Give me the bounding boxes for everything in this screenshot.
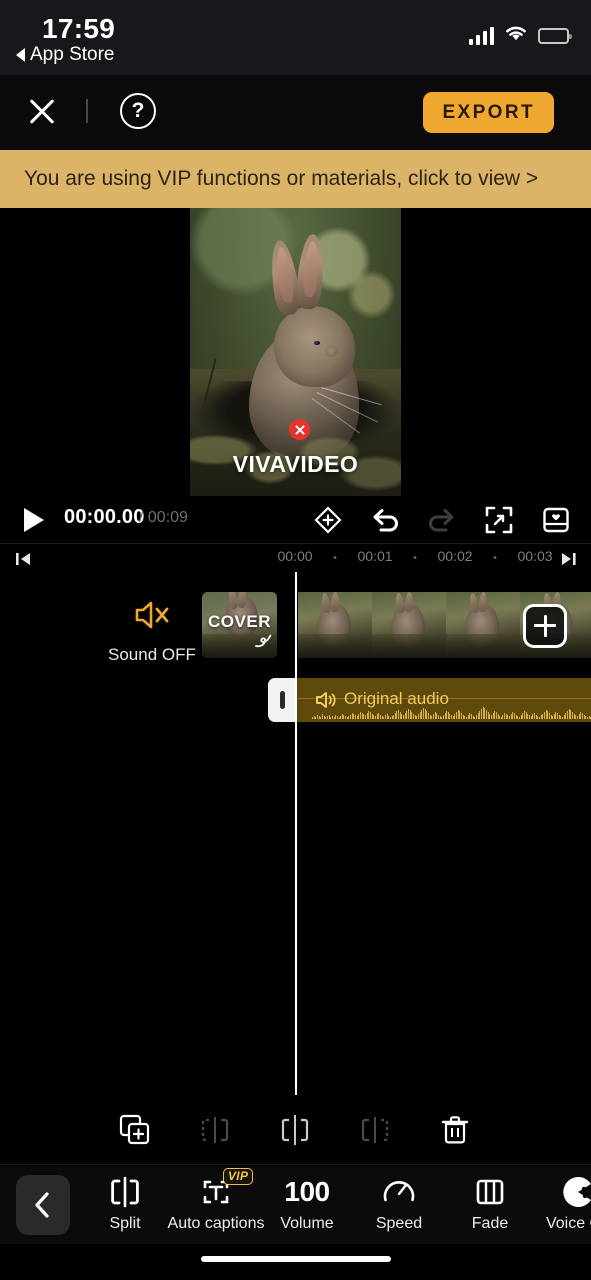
volume-value: 100 bbox=[284, 1176, 330, 1207]
ruler-tick-dot bbox=[413, 556, 417, 559]
tool-label: Voice Ch bbox=[545, 1215, 591, 1232]
save-draft-icon[interactable] bbox=[538, 502, 573, 537]
duplicate-clip-icon[interactable] bbox=[114, 1109, 156, 1151]
ruler-tick-label: 00:00 bbox=[277, 548, 313, 564]
status-bar: 17:59 App Store bbox=[0, 0, 591, 75]
ruler-tick-label: 00:03 bbox=[517, 548, 553, 564]
tool-label: Speed bbox=[375, 1215, 423, 1232]
volume-number-icon: 100 bbox=[284, 1172, 330, 1212]
play-icon[interactable] bbox=[24, 508, 44, 532]
close-icon[interactable] bbox=[26, 95, 58, 127]
vip-banner-text: You are using VIP functions or materials… bbox=[24, 167, 539, 190]
pencil-icon[interactable] bbox=[253, 632, 273, 655]
speed-gauge-icon bbox=[381, 1172, 417, 1212]
cover-label: COVER bbox=[208, 612, 271, 631]
tool-auto-captions[interactable]: VIP Auto captions bbox=[166, 1168, 266, 1233]
undo-icon[interactable] bbox=[367, 502, 402, 537]
audio-trim-handle[interactable] bbox=[268, 678, 296, 722]
playhead[interactable] bbox=[295, 572, 297, 1095]
tool-voice-changer[interactable]: Voice Ch bbox=[528, 1172, 591, 1233]
trim-left-icon[interactable] bbox=[194, 1109, 236, 1151]
sound-off-label: Sound OFF bbox=[108, 645, 196, 664]
toolbar-divider bbox=[86, 99, 88, 123]
tool-bar: Split VIP Auto captions 100 Volume Speed bbox=[0, 1166, 591, 1244]
back-to-app-store-link[interactable]: App Store bbox=[16, 44, 115, 66]
video-preview[interactable]: VIVAVIDEO bbox=[190, 208, 401, 496]
ruler-tick-dot bbox=[333, 556, 337, 559]
audio-waveform bbox=[312, 704, 591, 719]
current-time-label: 00:00.00 bbox=[64, 506, 145, 528]
remove-watermark-icon[interactable] bbox=[289, 419, 310, 440]
rabbit-head bbox=[274, 305, 355, 387]
help-circle-icon[interactable]: ? bbox=[120, 93, 156, 129]
original-audio-track[interactable]: Original audio bbox=[296, 678, 591, 722]
redo-icon[interactable] bbox=[424, 502, 459, 537]
ruler-tick-label: 00:02 bbox=[437, 548, 473, 564]
home-indicator bbox=[200, 1256, 391, 1262]
fade-icon bbox=[472, 1172, 508, 1212]
tool-fade[interactable]: Fade bbox=[440, 1172, 540, 1233]
timeline-ruler: 00:00 00:01 00:02 00:03 bbox=[0, 544, 591, 572]
export-button[interactable]: EXPORT bbox=[423, 92, 554, 133]
vip-banner[interactable]: You are using VIP functions or materials… bbox=[0, 150, 591, 208]
delete-clip-icon[interactable] bbox=[434, 1109, 476, 1151]
sound-off-toggle[interactable]: Sound OFF bbox=[108, 598, 196, 665]
chevron-left-icon[interactable] bbox=[16, 1175, 70, 1235]
trim-right-icon[interactable] bbox=[354, 1109, 396, 1151]
jump-to-end-icon[interactable] bbox=[557, 550, 579, 568]
ruler-tick-label: 00:01 bbox=[357, 548, 393, 564]
fullscreen-icon[interactable] bbox=[481, 502, 516, 537]
clip-frame bbox=[446, 592, 520, 658]
wifi-icon bbox=[504, 24, 528, 47]
clip-frame bbox=[298, 592, 372, 658]
back-label: App Store bbox=[30, 44, 115, 65]
clip-action-bar bbox=[0, 1095, 591, 1165]
video-preview-area: VIVAVIDEO bbox=[0, 208, 591, 496]
tool-speed[interactable]: Speed bbox=[349, 1172, 449, 1233]
rabbit-eye bbox=[313, 340, 321, 346]
tool-label: Fade bbox=[471, 1215, 509, 1232]
watermark-label: VIVAVIDEO bbox=[232, 451, 359, 477]
editor-top-bar: ? EXPORT bbox=[0, 75, 591, 150]
timeline-tracks: Sound OFF COVER Original audio bbox=[0, 572, 591, 1095]
tool-label: Split bbox=[109, 1215, 141, 1232]
player-icon-group bbox=[310, 502, 573, 537]
split-clip-icon[interactable] bbox=[274, 1109, 316, 1151]
status-time: 17:59 bbox=[42, 13, 116, 44]
split-icon bbox=[106, 1172, 144, 1212]
tool-label: Auto captions bbox=[167, 1215, 265, 1232]
player-control-bar: 00:00.00 / 00:09 bbox=[0, 496, 591, 544]
signal-bars-icon bbox=[469, 26, 494, 45]
status-icons bbox=[469, 24, 572, 47]
speaker-muted-icon bbox=[131, 598, 173, 637]
ruler-tick-dot bbox=[493, 556, 497, 559]
vip-badge: VIP bbox=[223, 1168, 254, 1185]
cover-thumbnail[interactable]: COVER bbox=[202, 592, 277, 658]
app-screen: 17:59 App Store ? EXPORT You are using V… bbox=[0, 0, 591, 1280]
battery-low-power-icon bbox=[538, 27, 572, 44]
keyframe-icon[interactable] bbox=[310, 502, 345, 537]
tool-label: Volume bbox=[280, 1215, 334, 1232]
jump-to-start-icon[interactable] bbox=[14, 550, 36, 568]
voice-changer-icon bbox=[560, 1172, 591, 1212]
add-clip-icon[interactable] bbox=[523, 604, 567, 648]
clip-frame bbox=[372, 592, 446, 658]
back-triangle-icon bbox=[16, 48, 25, 62]
rabbit-muzzle bbox=[324, 346, 338, 357]
tool-volume[interactable]: 100 Volume bbox=[257, 1172, 357, 1233]
auto-captions-icon: VIP bbox=[197, 1168, 254, 1212]
total-time-label: / 00:09 bbox=[139, 509, 188, 526]
tool-split[interactable]: Split bbox=[75, 1172, 175, 1233]
